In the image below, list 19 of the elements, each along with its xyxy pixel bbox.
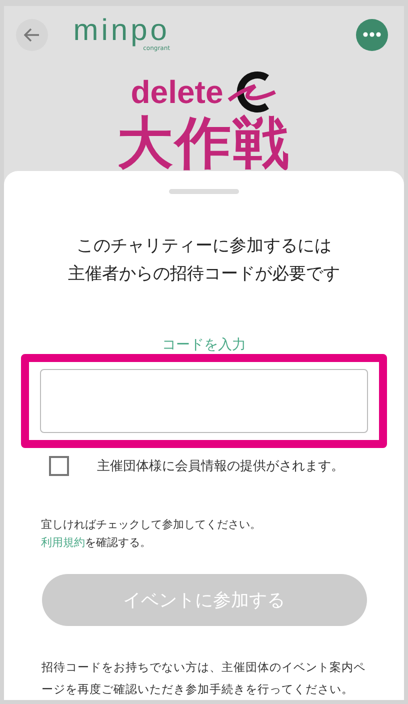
footer-note: 招待コードをお持ちでない方は、主催団体のイベント案内ページを再度ご確認いただき参加手続きを行ってください。 [40, 659, 366, 698]
crossed-c-icon [227, 70, 278, 114]
consent-label: 主催団体様に会員情報の提供がされます。 [97, 458, 344, 475]
back-button[interactable] [16, 18, 48, 50]
banner-text: delete [130, 74, 224, 110]
more-menu-button[interactable] [356, 18, 388, 50]
back-arrow-icon [24, 28, 40, 42]
drag-handle[interactable] [169, 189, 239, 194]
code-input-field[interactable] [40, 369, 368, 433]
banner-title: 大作戦 [117, 114, 291, 171]
more-icon [363, 32, 381, 37]
logo-text: minpo [73, 17, 170, 45]
field-label: コードを入力 [162, 336, 246, 354]
instruction-text: 宜しければチェックして参加してください。 [41, 517, 262, 533]
consent-checkbox[interactable] [49, 456, 69, 476]
instruction-text: を確認する。 [85, 536, 151, 549]
dialog-title: このチャリティーに参加するには [76, 235, 332, 258]
dialog-title: 主催者からの招待コードが必要です [68, 263, 340, 286]
terms-link[interactable]: 利用規約 [41, 536, 85, 549]
